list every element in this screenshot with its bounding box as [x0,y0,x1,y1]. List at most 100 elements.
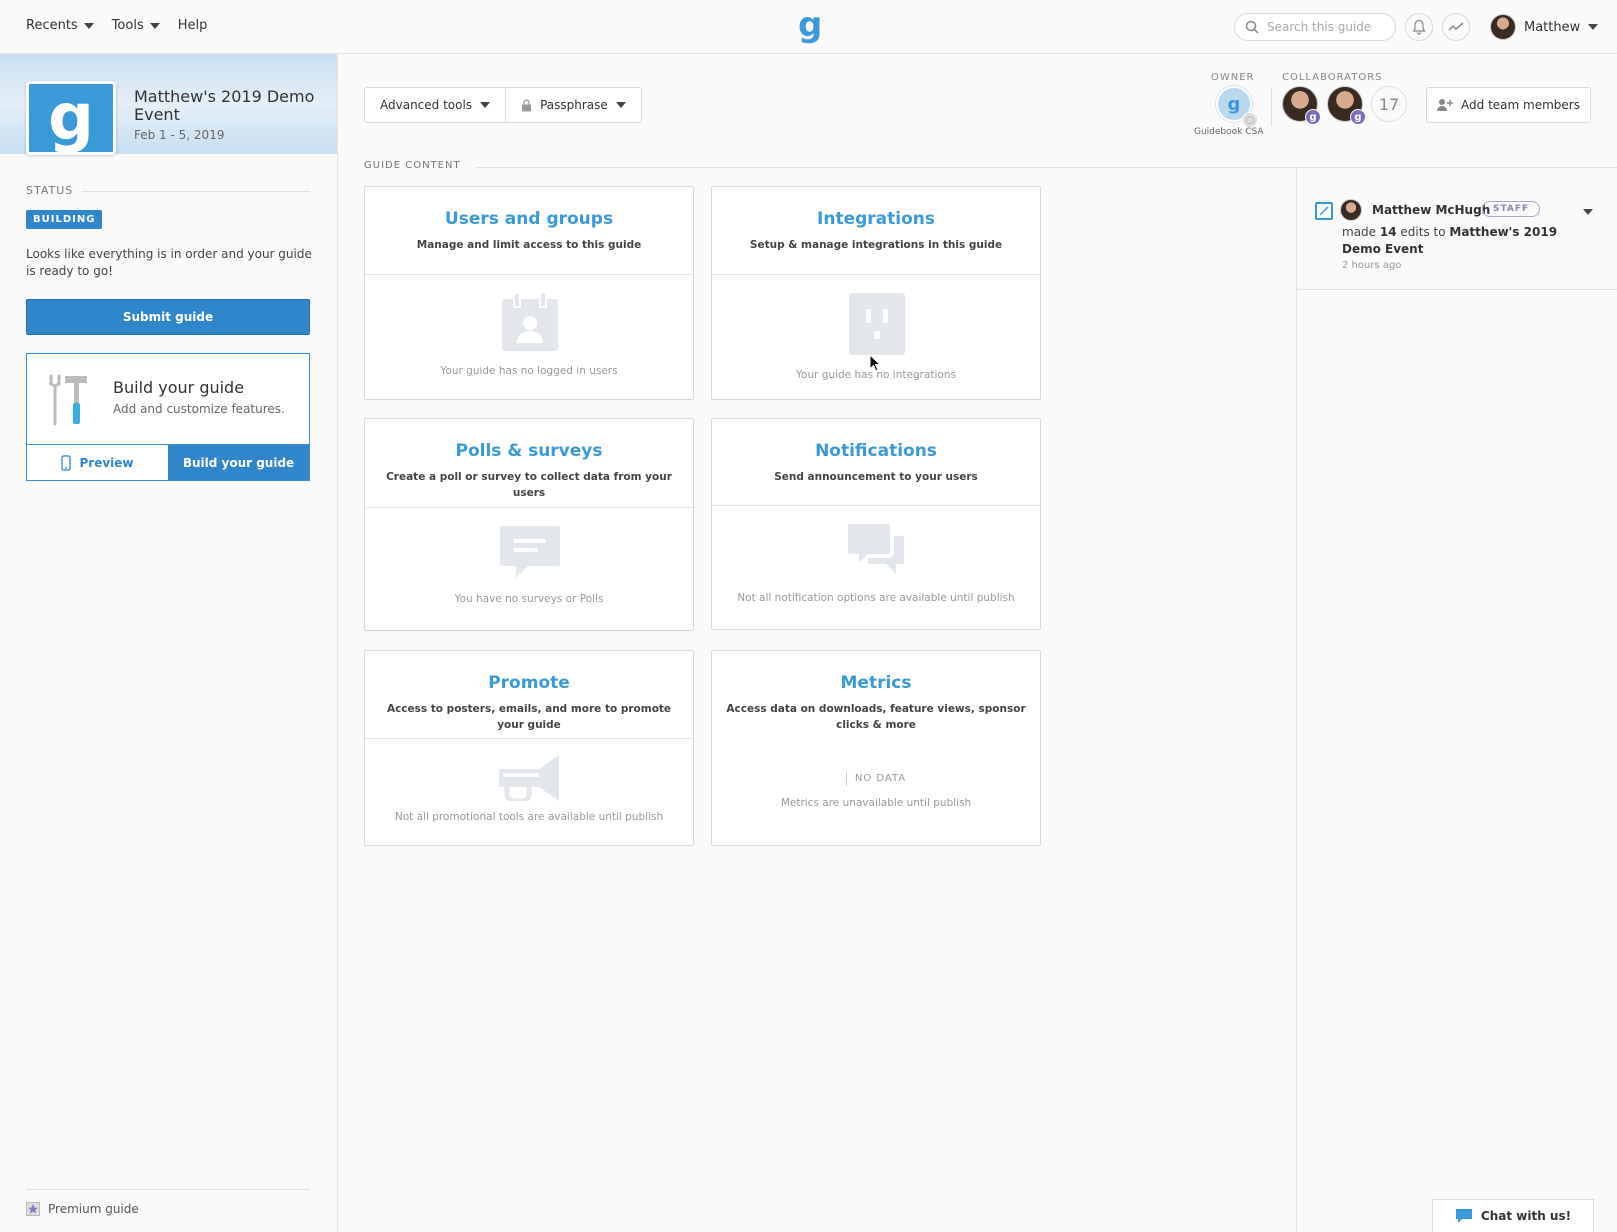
chevron-down-icon[interactable] [1583,209,1593,215]
user-menu[interactable]: Matthew [1490,14,1599,40]
bell-icon [1412,19,1426,35]
user-name: Matthew [1524,19,1581,35]
chat-button[interactable]: Chat with us! [1432,1199,1594,1232]
submit-guide-button[interactable]: Submit guide [26,299,310,335]
chevron-down-icon [83,22,94,29]
chevron-down-icon [480,102,491,108]
status-label: STATUS [26,184,74,197]
user-badge-icon [502,293,558,351]
card-empty-text: You have no surveys or Polls [454,593,604,605]
lock-icon [522,98,532,111]
guide-dates: Feb 1 - 5, 2019 [134,128,225,142]
guide-header: g Matthew's 2019 Demo Event Feb 1 - 5, 2… [0,54,337,155]
chevron-down-icon [1588,24,1599,30]
recents-menu[interactable]: Recents [26,18,94,33]
polls-surveys-card[interactable]: Polls & surveys Create a poll or survey … [364,418,694,631]
build-subtitle: Add and customize features. [113,402,285,416]
passphrase-dropdown[interactable]: Passphrase [505,88,641,122]
owner-avatar[interactable]: g ○ [1216,86,1258,128]
owner-label: OWNER [1211,72,1255,83]
card-desc: Access data on downloads, feature views,… [726,703,1026,731]
card-title: Metrics [840,673,912,693]
card-body: Your guide has no integrations [712,274,1040,399]
card-desc: Create a poll or survey to collect data … [386,471,672,499]
collaborator-avatar[interactable]: g [1327,86,1366,125]
feed-timestamp: 2 hours ago [1342,260,1402,271]
card-title: Notifications [815,441,937,461]
chevron-down-icon [615,102,626,108]
avatar [1340,199,1362,221]
megaphone-icon [499,755,559,801]
premium-guide: Premium guide [26,1189,310,1216]
chat-bubbles-icon [848,524,904,574]
premium-icon [26,1202,40,1216]
card-title: Polls & surveys [455,441,603,461]
search-box[interactable] [1234,13,1396,41]
add-user-icon [1437,99,1454,111]
card-body: You have no surveys or Polls [365,507,693,630]
guidebook-logo[interactable]: g [798,8,822,42]
activity-icon [1448,22,1464,31]
metrics-card[interactable]: Metrics Access data on downloads, featur… [711,650,1041,846]
collaborator-avatar[interactable]: g [1282,86,1321,125]
divider [1296,167,1297,1232]
owner-name: Guidebook CSA [1194,127,1264,137]
card-desc: Setup & manage integrations in this guid… [749,239,1003,251]
avatar [1490,14,1516,40]
phone-icon [61,454,72,471]
search-input[interactable] [1267,20,1387,34]
divider [1271,88,1272,126]
build-your-guide-button[interactable]: Build your guide [168,445,309,480]
chat-icon [1455,1209,1472,1223]
users-groups-card[interactable]: Users and groups Manage and limit access… [364,186,694,400]
notifications-button[interactable] [1405,13,1433,41]
card-desc: Send announcement to your users [774,471,978,483]
tools-menu[interactable]: Tools [112,18,160,33]
build-guide-card: Build your guide Add and customize featu… [26,353,310,481]
edit-icon [1315,202,1333,220]
card-body: Your guide has no logged in users [365,274,693,399]
build-actions: Preview Build your guide [27,444,309,480]
card-title: Integrations [817,209,935,229]
search-icon [1245,20,1259,34]
activity-button[interactable] [1442,13,1470,41]
collaborators-label: COLLABORATORS [1282,72,1383,83]
status-badge: BUILDING [26,210,103,229]
feed-user-name[interactable]: Matthew McHugh [1372,203,1490,217]
card-body: Not all promotional tools are available … [365,738,693,845]
guidebook-badge-icon: g [1350,109,1366,125]
outlet-icon [849,293,905,355]
status-message: Looks like everything is in order and yo… [26,247,312,278]
guide-toolbar: Advanced tools Passphrase [364,87,642,123]
staff-badge: STAFF [1482,201,1541,217]
card-desc: Access to posters, emails, and more to p… [386,703,672,731]
top-bar: Recents Tools Help g Matthew [0,0,1617,54]
card-empty-text: Your guide has no logged in users [440,365,618,377]
cursor-icon [869,354,881,372]
activity-feed-item: Matthew McHugh STAFF made 14 edits to Ma… [1297,168,1617,290]
speech-bubble-icon [500,526,560,578]
guidebook-badge-icon: g [1305,109,1321,125]
tools-icon [49,374,87,426]
promote-card[interactable]: Promote Access to posters, emails, and m… [364,650,694,846]
guide-logo: g [26,81,116,155]
sidebar: g Matthew's 2019 Demo Event Feb 1 - 5, 2… [0,54,338,1232]
feed-text: made 14 edits to Matthew's 2019 Demo Eve… [1342,225,1558,256]
advanced-tools-dropdown[interactable]: Advanced tools [365,88,505,122]
top-nav: Recents Tools Help [26,18,207,33]
help-link[interactable]: Help [178,18,208,33]
card-desc: Manage and limit access to this guide [416,239,642,251]
card-title: Users and groups [444,209,614,229]
card-empty-text: Not all notification options are availab… [737,592,1015,604]
notifications-card[interactable]: Notifications Send announcement to your … [711,418,1041,630]
chevron-down-icon [149,22,160,29]
guide-title: Matthew's 2019 Demo Event [134,87,315,124]
card-body: Not all notification options are availab… [712,505,1040,629]
owner-badge-icon: ○ [1242,112,1258,128]
collaborators-count[interactable]: 17 [1371,86,1407,122]
add-team-members-button[interactable]: Add team members [1426,87,1591,123]
divider [82,191,310,192]
preview-button[interactable]: Preview [27,445,168,480]
chart-icon [845,771,847,786]
card-title: Promote [488,673,570,693]
